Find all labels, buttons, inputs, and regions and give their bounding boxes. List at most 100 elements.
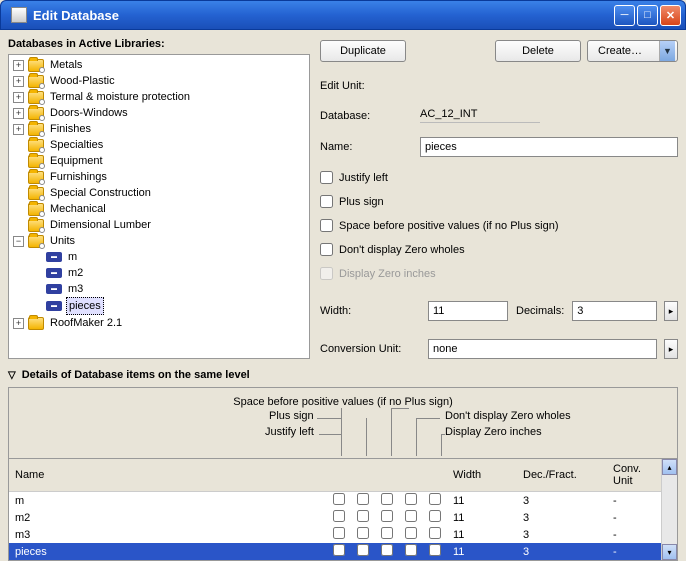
row-conv: - bbox=[607, 492, 661, 510]
row-space-checkbox[interactable] bbox=[381, 544, 393, 556]
row-justify-checkbox[interactable] bbox=[333, 544, 345, 556]
row-zero-checkbox[interactable] bbox=[405, 544, 417, 556]
expander-icon[interactable]: − bbox=[13, 236, 24, 247]
tree-item-label: Furnishings bbox=[48, 169, 109, 185]
row-plus-checkbox[interactable] bbox=[357, 493, 369, 505]
table-row[interactable]: pieces113- bbox=[9, 543, 661, 560]
row-width: 11 bbox=[447, 492, 517, 510]
create-dropdown[interactable]: Create… ▼ bbox=[587, 40, 678, 62]
tree-item[interactable]: Dimensional Lumber bbox=[13, 217, 307, 233]
tree-item[interactable]: + RoofMaker 2.1 bbox=[13, 315, 307, 331]
name-label: Name: bbox=[320, 141, 420, 153]
decimals-input[interactable]: 3 bbox=[572, 301, 657, 321]
row-width: 11 bbox=[447, 509, 517, 526]
titlebar[interactable]: Edit Database ─ □ ✕ bbox=[0, 0, 686, 30]
tree-item-label: Special Construction bbox=[48, 185, 153, 201]
expander-icon[interactable]: + bbox=[13, 318, 24, 329]
table-row[interactable]: m113- bbox=[9, 492, 661, 510]
database-tree[interactable]: +Metals+Wood-Plastic+Termal & moisture p… bbox=[8, 54, 310, 359]
tree-item[interactable]: +Finishes bbox=[13, 121, 307, 137]
name-input[interactable] bbox=[420, 137, 678, 157]
database-label: Database: bbox=[320, 110, 420, 122]
tree-unit-item[interactable]: m2 bbox=[31, 265, 307, 281]
row-space-checkbox[interactable] bbox=[381, 527, 393, 539]
conversion-label: Conversion Unit: bbox=[320, 343, 420, 355]
folder-icon bbox=[28, 91, 44, 104]
row-conv: - bbox=[607, 509, 661, 526]
folder-icon bbox=[28, 155, 44, 168]
expander-icon[interactable]: + bbox=[13, 124, 24, 135]
tree-item[interactable]: + Wood-Plastic bbox=[13, 73, 307, 89]
column-header-diagram: Space before positive values (if no Plus… bbox=[9, 394, 677, 458]
space-positive-checkbox[interactable] bbox=[320, 219, 333, 232]
maximize-button[interactable]: □ bbox=[637, 5, 658, 26]
tree-item[interactable]: +Termal & moisture protection bbox=[13, 89, 307, 105]
expander-icon[interactable]: + bbox=[13, 92, 24, 103]
width-label: Width: bbox=[320, 305, 420, 317]
tree-item-label: Equipment bbox=[48, 153, 105, 169]
collapse-icon[interactable]: ▽ bbox=[8, 370, 16, 381]
folder-icon bbox=[28, 171, 44, 184]
table-row[interactable]: m2113- bbox=[9, 509, 661, 526]
folder-icon bbox=[28, 203, 44, 216]
tree-item[interactable]: +Doors-Windows bbox=[13, 105, 307, 121]
folder-icon bbox=[28, 75, 44, 88]
details-header: Details of Database items on the same le… bbox=[22, 369, 250, 381]
tree-unit-item[interactable]: m bbox=[31, 249, 307, 265]
row-plus-checkbox[interactable] bbox=[357, 544, 369, 556]
details-table[interactable]: Name Width Dec./Fract. Conv. Unit m113-m… bbox=[9, 459, 661, 560]
scroll-down-icon[interactable]: ▾ bbox=[662, 544, 677, 560]
tree-item-units[interactable]: −Unitsmm2m3pieces bbox=[13, 233, 307, 315]
row-conv: - bbox=[607, 543, 661, 560]
conversion-select[interactable]: none bbox=[428, 339, 657, 359]
decimals-stepper[interactable]: ▸ bbox=[664, 301, 678, 321]
row-plus-checkbox[interactable] bbox=[357, 527, 369, 539]
scroll-up-icon[interactable]: ▴ bbox=[662, 459, 677, 475]
row-justify-checkbox[interactable] bbox=[333, 493, 345, 505]
tree-item-label: RoofMaker 2.1 bbox=[48, 315, 124, 331]
width-input[interactable]: 11 bbox=[428, 301, 508, 321]
vertical-scrollbar[interactable]: ▴ ▾ bbox=[661, 459, 677, 560]
tree-item-label: pieces bbox=[66, 297, 104, 315]
tree-item[interactable]: Mechanical bbox=[13, 201, 307, 217]
close-button[interactable]: ✕ bbox=[660, 5, 681, 26]
folder-icon bbox=[28, 235, 44, 248]
row-justify-checkbox[interactable] bbox=[333, 510, 345, 522]
row-zero-checkbox[interactable] bbox=[405, 527, 417, 539]
zero-wholes-checkbox[interactable] bbox=[320, 243, 333, 256]
row-zero-checkbox[interactable] bbox=[405, 510, 417, 522]
justify-left-checkbox[interactable] bbox=[320, 171, 333, 184]
tree-unit-item[interactable]: m3 bbox=[31, 281, 307, 297]
conversion-dropdown-icon[interactable]: ▸ bbox=[664, 339, 678, 359]
row-zero-checkbox[interactable] bbox=[405, 493, 417, 505]
folder-icon bbox=[28, 219, 44, 232]
plus-sign-checkbox[interactable] bbox=[320, 195, 333, 208]
row-justify-checkbox[interactable] bbox=[333, 527, 345, 539]
tree-item[interactable]: Furnishings bbox=[13, 169, 307, 185]
expander-icon[interactable]: + bbox=[13, 76, 24, 87]
delete-button[interactable]: Delete bbox=[495, 40, 581, 62]
minimize-button[interactable]: ─ bbox=[614, 5, 635, 26]
expander-icon[interactable]: + bbox=[13, 60, 24, 71]
row-inches-checkbox[interactable] bbox=[429, 544, 441, 556]
tree-item[interactable]: Special Construction bbox=[13, 185, 307, 201]
folder-icon bbox=[28, 123, 44, 136]
row-inches-checkbox[interactable] bbox=[429, 527, 441, 539]
row-dec: 3 bbox=[517, 509, 607, 526]
tree-unit-item[interactable]: pieces bbox=[31, 297, 307, 315]
folder-icon bbox=[28, 317, 44, 330]
tree-item-label: Wood-Plastic bbox=[48, 73, 117, 89]
row-space-checkbox[interactable] bbox=[381, 510, 393, 522]
row-inches-checkbox[interactable] bbox=[429, 493, 441, 505]
row-plus-checkbox[interactable] bbox=[357, 510, 369, 522]
row-space-checkbox[interactable] bbox=[381, 493, 393, 505]
window-title: Edit Database bbox=[33, 8, 614, 23]
tree-item[interactable]: Equipment bbox=[13, 153, 307, 169]
unit-icon bbox=[46, 301, 62, 311]
duplicate-button[interactable]: Duplicate bbox=[320, 40, 406, 62]
tree-item[interactable]: +Metals bbox=[13, 57, 307, 73]
row-width: 11 bbox=[447, 543, 517, 560]
tree-item[interactable]: Specialties bbox=[13, 137, 307, 153]
expander-icon[interactable]: + bbox=[13, 108, 24, 119]
row-inches-checkbox[interactable] bbox=[429, 510, 441, 522]
